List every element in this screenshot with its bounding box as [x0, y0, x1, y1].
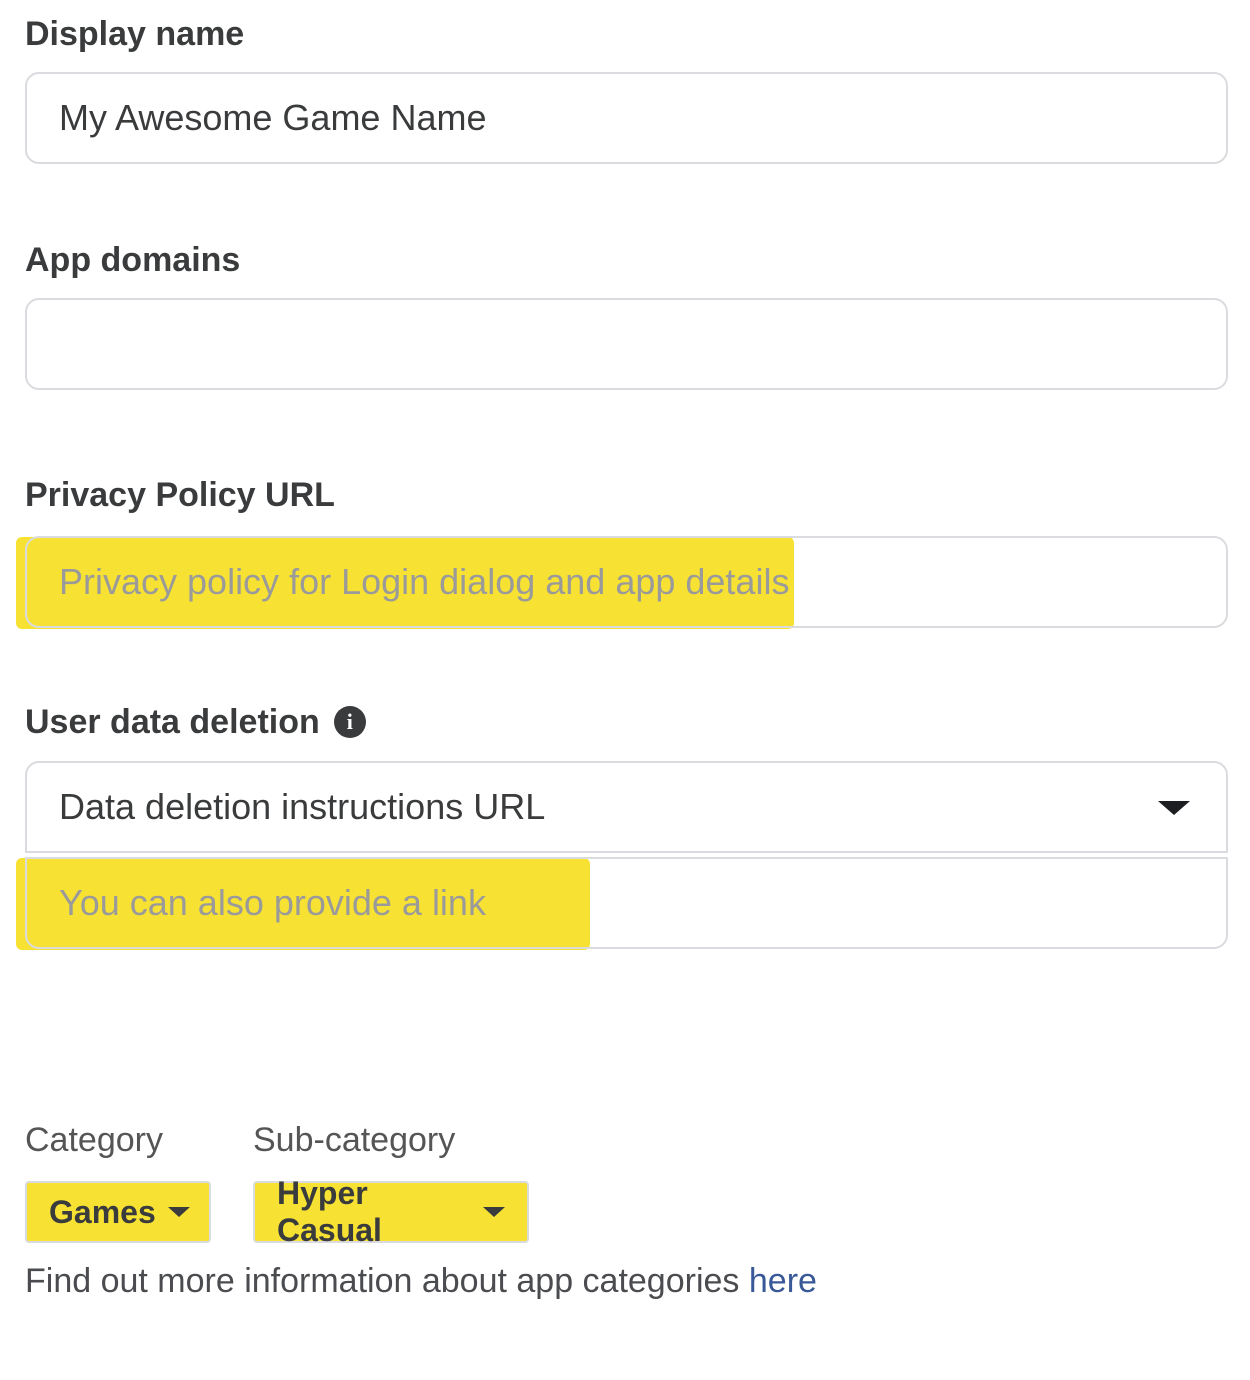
category-label: Category [25, 1121, 163, 1159]
subcategory-dropdown[interactable]: Hyper Casual [253, 1175, 529, 1248]
display-name-label: Display name [25, 14, 244, 54]
chevron-down-icon [1158, 801, 1190, 815]
user-data-deletion-label: User data deletion i [25, 702, 366, 742]
display-name-input[interactable] [25, 72, 1228, 164]
privacy-policy-url-input[interactable] [25, 536, 1228, 628]
app-domains-label: App domains [25, 240, 240, 280]
privacy-policy-label: Privacy Policy URL [25, 475, 335, 515]
category-value: Games [49, 1193, 156, 1230]
app-domains-label-text: App domains [25, 241, 241, 279]
data-deletion-type-select[interactable]: Data deletion instructions URL [25, 761, 1228, 853]
user-data-deletion-label-text: User data deletion [25, 703, 320, 741]
category-dropdown[interactable]: Games [25, 1181, 211, 1243]
category-info-message: Find out more information about app cate… [25, 1262, 749, 1300]
data-deletion-select-value: Data deletion instructions URL [59, 786, 546, 827]
chevron-down-icon [483, 1207, 505, 1217]
subcategory-label: Sub-category [253, 1121, 456, 1159]
category-info-text: Find out more information about app cate… [25, 1260, 817, 1302]
chevron-down-icon [167, 1207, 190, 1217]
display-name-label-text: Display name [25, 15, 245, 53]
info-icon[interactable]: i [333, 706, 366, 738]
category-info-link[interactable]: here [749, 1262, 817, 1300]
subcategory-value: Hyper Casual [277, 1175, 382, 1248]
data-deletion-url-input[interactable] [25, 857, 1228, 949]
privacy-policy-label-text: Privacy Policy URL [25, 476, 335, 514]
app-domains-input[interactable] [25, 298, 1228, 390]
